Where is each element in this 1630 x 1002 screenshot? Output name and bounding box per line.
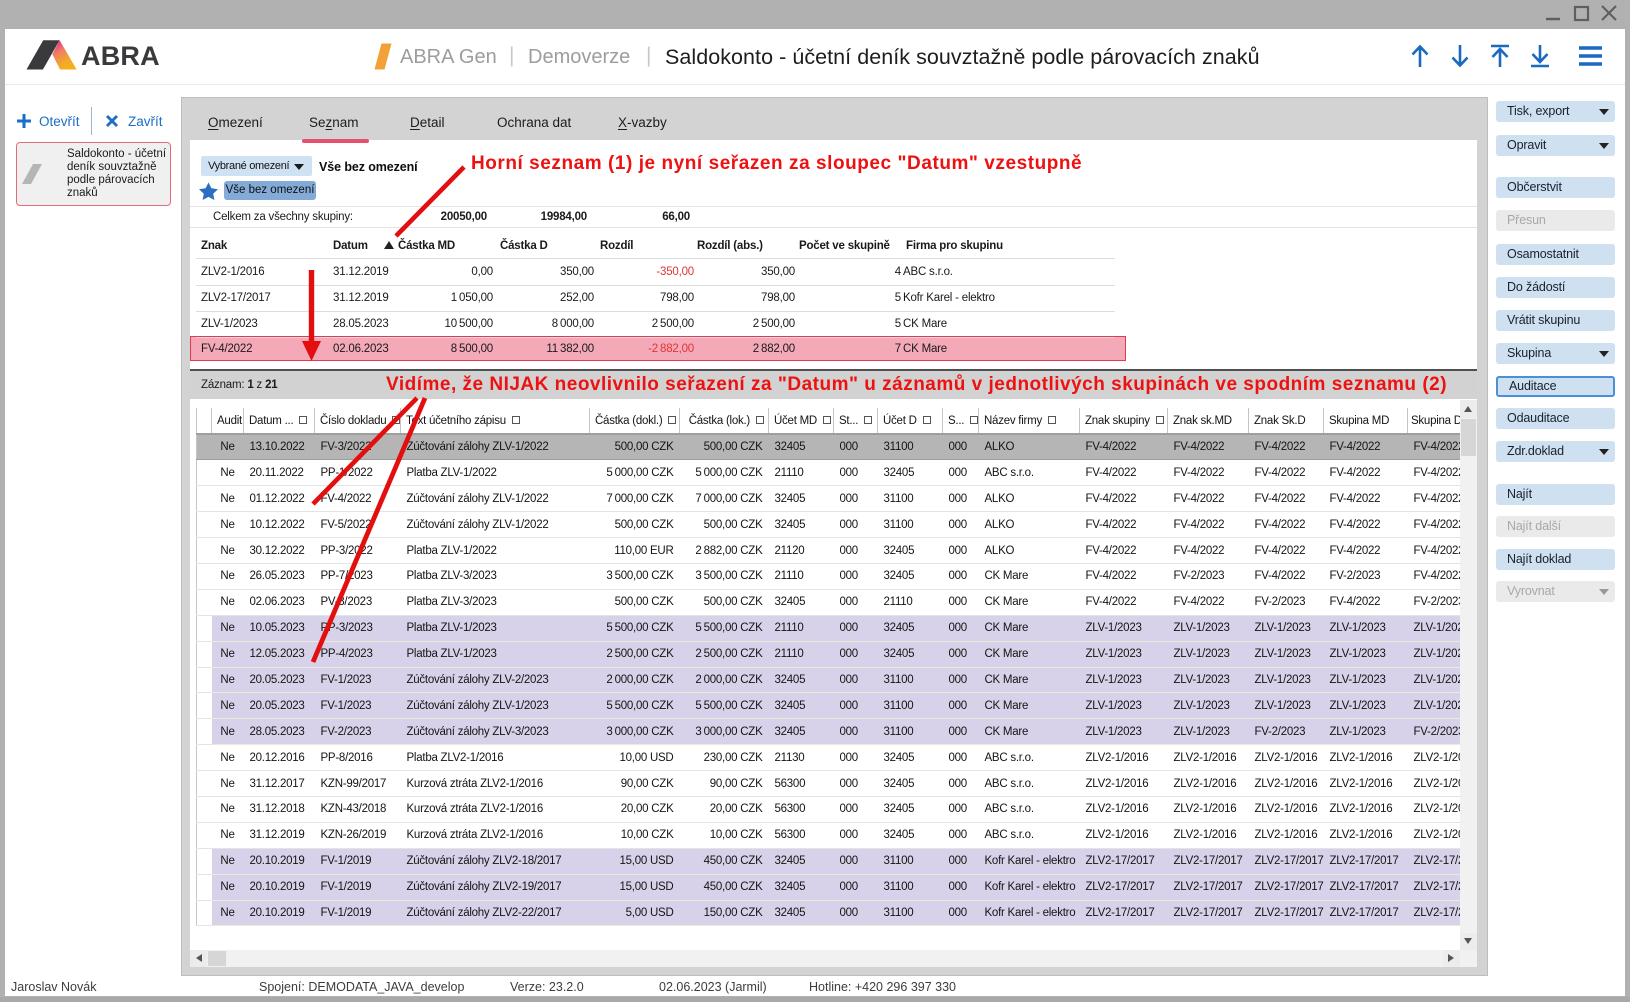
svg-text:ABRA: ABRA [81,41,160,71]
